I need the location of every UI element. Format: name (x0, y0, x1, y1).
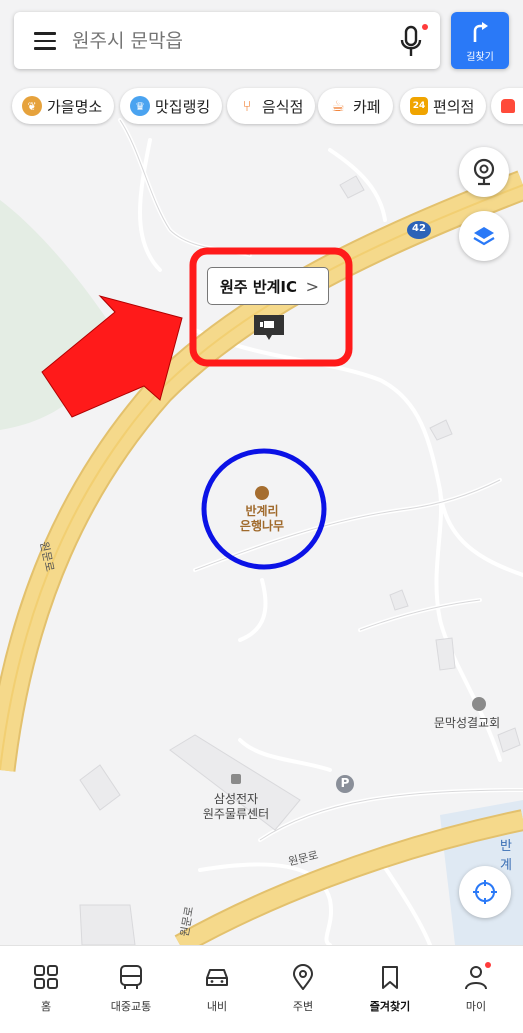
menu-icon[interactable] (34, 32, 56, 50)
notification-dot (485, 962, 491, 968)
chip-label: 맛집랭킹 (155, 97, 211, 116)
poi-samsung-line2: 원주물류센터 (202, 807, 270, 821)
siren-icon (501, 99, 515, 113)
crosshair-icon (473, 880, 497, 904)
nav-label: 대중교통 (110, 1000, 152, 1013)
poi-ginkgo-line2: 은행나무 (239, 519, 285, 533)
poi-ginkgo-tree[interactable]: 반계리 은행나무 (222, 504, 302, 534)
nav-navigation[interactable]: 내비 (175, 946, 259, 1033)
grid-icon (34, 965, 58, 989)
chip-restaurant[interactable]: ⑂ 음식점 (227, 88, 316, 124)
nav-nearby[interactable]: 주변 (261, 946, 345, 1033)
poi-samsung-line1: 삼성전자 (213, 792, 259, 806)
nav-label: 주변 (292, 1000, 314, 1013)
chevron-right-icon: > (305, 277, 319, 296)
car-icon (206, 969, 228, 986)
chip-label: 카페 (353, 97, 381, 116)
turn-arrow-icon (473, 22, 488, 42)
cctv-button[interactable] (459, 147, 509, 197)
ic-callout[interactable]: 원주 반계IC > (207, 267, 329, 305)
coffee-cup-icon: ☕ (328, 96, 348, 116)
chip-autumn-spots[interactable]: ❦ 가을명소 (12, 88, 115, 124)
location-pin-icon (292, 964, 314, 990)
nav-label: 홈 (40, 1000, 52, 1013)
nav-label: 즐겨찾기 (369, 1000, 411, 1013)
search-input[interactable] (72, 12, 372, 69)
route-badge-42: 42 (412, 223, 426, 234)
autumn-leaf-icon: ❦ (22, 96, 42, 116)
bus-icon (120, 965, 142, 989)
directions-label: 길찾기 (466, 52, 494, 63)
directions-button[interactable]: 길찾기 (451, 12, 509, 69)
layers-button[interactable] (459, 211, 509, 261)
chip-label: 편의점 (433, 97, 475, 116)
poi-church[interactable]: 문막성결교회 (412, 716, 522, 731)
nav-my[interactable]: 마이 (434, 946, 518, 1033)
nav-transit[interactable]: 대중교통 (89, 946, 173, 1033)
poi-samsung[interactable]: 삼성전자 원주물류센터 (186, 792, 286, 822)
camera-marker-icon[interactable] (254, 315, 284, 340)
ranking-pin-icon: ♛ (130, 96, 150, 116)
store-24-icon: 24 (410, 97, 428, 115)
notification-dot (422, 24, 428, 30)
fork-knife-icon: ⑂ (237, 96, 257, 116)
bottom-navigation: 홈 대중교통 내비 주변 즐겨찾기 마이 (0, 945, 523, 1033)
microphone-icon[interactable] (400, 25, 422, 59)
parking-icon[interactable]: P (336, 776, 354, 790)
chip-convenience-store[interactable]: 24 편의점 (400, 88, 487, 124)
chip-more-partial[interactable] (491, 88, 523, 124)
edge-label: 반계 (500, 839, 512, 873)
bookmark-icon (382, 966, 398, 989)
person-icon (465, 966, 487, 990)
poi-ginkgo-line1: 반계리 (245, 504, 279, 518)
nav-home[interactable]: 홈 (4, 946, 88, 1033)
search-bar (14, 12, 440, 69)
chip-label: 가을명소 (47, 97, 103, 116)
layers-icon (473, 227, 495, 246)
current-location-button[interactable] (459, 866, 511, 918)
chip-label: 음식점 (262, 97, 304, 116)
chip-cafe[interactable]: ☕ 카페 (318, 88, 393, 124)
nav-label: 내비 (206, 1000, 228, 1013)
cctv-icon (473, 158, 495, 186)
nav-label: 마이 (465, 1000, 487, 1013)
chip-restaurant-ranking[interactable]: ♛ 맛집랭킹 (120, 88, 223, 124)
ic-callout-label: 원주 반계IC (220, 277, 298, 296)
nav-favorites[interactable]: 즐겨찾기 (348, 946, 432, 1033)
